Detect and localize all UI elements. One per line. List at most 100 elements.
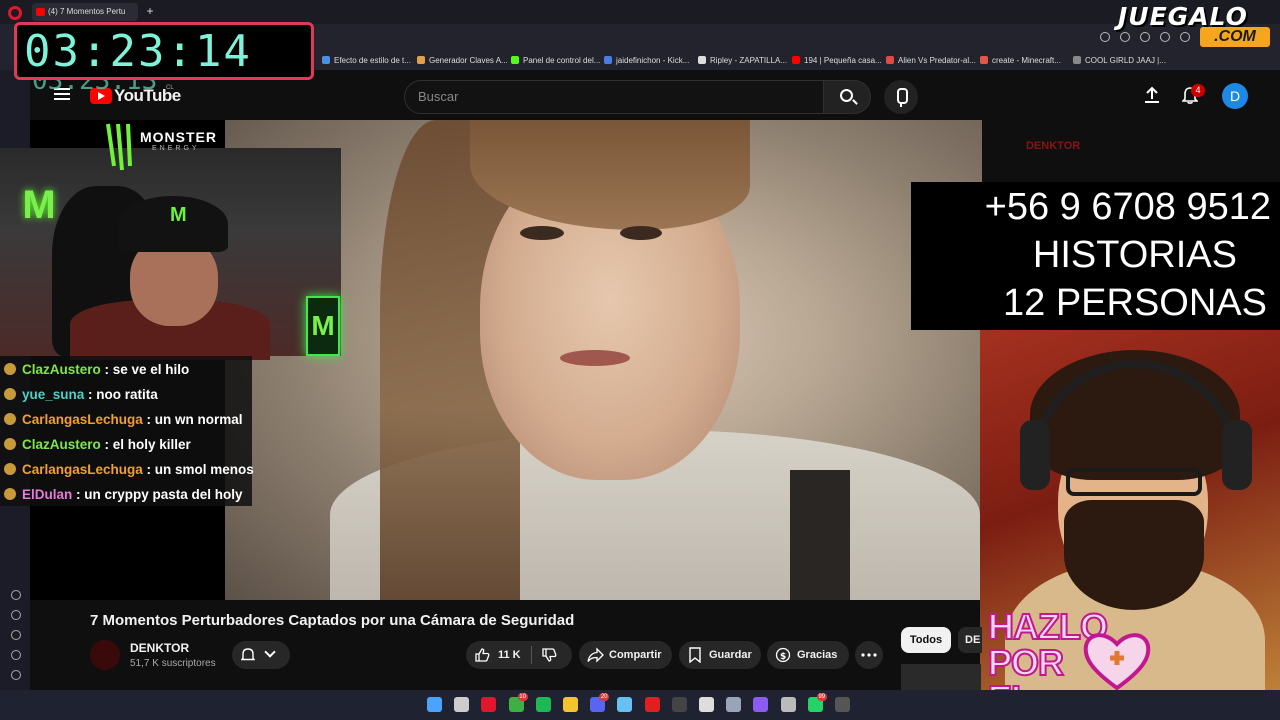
bookmark-item[interactable]: Efecto de estilo de t... [322, 52, 411, 70]
super-thanks-icon: $ [775, 647, 791, 663]
chat-message: ClazAustero : el holy killer [4, 437, 191, 452]
browser-tab[interactable]: (4) 7 Momentos Pertu [32, 3, 138, 21]
chat-message: yue_suna : noo ratita [4, 387, 158, 402]
spotify-icon[interactable] [535, 697, 551, 712]
channel-avatar[interactable] [90, 640, 120, 670]
bell-icon [241, 648, 255, 661]
bookmark-item[interactable]: jaidefinichon - Kick... [604, 52, 689, 70]
windows-start-icon[interactable] [427, 697, 442, 712]
bookmark-icon [689, 647, 701, 663]
chat-message: CarlangasLechuga : un wn normal [4, 412, 243, 427]
opera-icon[interactable] [481, 697, 497, 712]
channel-name[interactable]: DENKTOR [130, 641, 189, 655]
stream-timer-value: 03:23:14 [24, 26, 252, 77]
chat-badge-icon [4, 413, 16, 425]
stream-chat [0, 356, 252, 506]
shield-icon[interactable] [1160, 32, 1170, 42]
filter-chip-de[interactable]: DE [958, 627, 982, 653]
subscriber-count: 51,7 K suscriptores [130, 658, 216, 669]
history-icon[interactable] [11, 610, 21, 620]
thanks-button[interactable]: $ Gracias [767, 641, 849, 669]
kick-favicon-icon [511, 56, 519, 64]
bookmark-item[interactable]: 194 | Pequeña casa... [792, 52, 882, 70]
glasses-icon [1066, 468, 1202, 496]
bookmark-item[interactable]: COOL GIRLD JAAJ |... [1073, 52, 1166, 70]
info-line-historias: HISTORIAS [1032, 234, 1237, 276]
chat-message: ElDulan : un cryppy pasta del holy [4, 487, 243, 502]
like-count: 11 K [498, 649, 521, 661]
app-dark-icon[interactable] [835, 697, 850, 712]
new-tab-button[interactable]: + [143, 4, 157, 18]
video-title: 7 Momentos Perturbadores Captados por un… [90, 612, 575, 629]
search-input[interactable]: Buscar [404, 80, 824, 114]
bookmark-item[interactable]: Ripley - ZAPATILLA... [698, 52, 787, 70]
more-horiz-icon [861, 653, 877, 657]
search-icon[interactable] [1100, 32, 1110, 42]
chat-badge-icon [4, 438, 16, 450]
dislike-button[interactable] [541, 647, 557, 663]
obs-icon[interactable] [671, 697, 687, 712]
app-purple-icon[interactable] [753, 697, 769, 712]
chat-badge-icon [4, 363, 16, 375]
lightbulb-icon[interactable] [11, 650, 21, 660]
chat-badge-icon [4, 463, 16, 475]
juegalo-domain: .COM [1200, 27, 1270, 47]
ripley-favicon-icon [698, 56, 706, 64]
youtube-favicon-icon [36, 8, 45, 16]
channel-watermark: DENKTOR [1026, 140, 1081, 152]
calculator-icon[interactable] [780, 697, 796, 712]
share-button[interactable]: Compartir [579, 641, 672, 669]
bookmark-favicon-icon [886, 56, 894, 64]
more-icon[interactable] [11, 670, 21, 680]
chat-message: CarlangasLechuga : un smol menos [4, 462, 254, 477]
account-avatar[interactable]: D [1222, 83, 1248, 109]
chat-badge-icon [4, 488, 16, 500]
whatsapp-notification-badge: 99 [816, 693, 827, 701]
bookmark-item[interactable]: Panel de control del... [511, 52, 600, 70]
discord-notification-badge: 20 [599, 693, 610, 701]
bookmark-favicon-icon [1073, 56, 1081, 64]
youtube-favicon-icon [792, 56, 800, 64]
bookmark-icon[interactable] [1180, 32, 1190, 42]
steam-icon[interactable] [617, 697, 633, 712]
heart-icon[interactable] [11, 590, 21, 600]
svg-text:$: $ [780, 652, 786, 662]
monster-can-icon: M [306, 296, 340, 356]
more-actions-button[interactable] [855, 641, 883, 669]
bookmark-favicon-icon [322, 56, 330, 64]
bookmark-favicon-icon [980, 56, 988, 64]
filter-chip-all[interactable]: Todos [901, 627, 951, 653]
phone-number: +56 9 6708 9512 [984, 186, 1271, 228]
chat-badge-icon [4, 388, 16, 400]
notification-count-badge: 4 [1191, 84, 1205, 97]
tab-bar [0, 0, 1280, 24]
bookmark-favicon-icon [417, 56, 425, 64]
monster-claw-icon: M [22, 183, 56, 227]
task-view-icon[interactable] [454, 697, 470, 712]
settings-icon[interactable] [726, 697, 742, 712]
file-explorer-icon[interactable] [563, 697, 578, 712]
heart-icon [1083, 633, 1151, 691]
bookmark-favicon-icon [604, 56, 612, 64]
bookmark-item[interactable]: Alien Vs Predator-al... [886, 52, 976, 70]
chrome-icon[interactable] [699, 697, 714, 712]
monster-brand-text: MONSTER [140, 129, 217, 145]
share-icon[interactable] [1120, 32, 1130, 42]
info-line-personas: 12 PERSONAS [1003, 282, 1267, 324]
chat-message: ClazAustero : se ve el hilo [4, 362, 189, 377]
windows-taskbar [0, 690, 1280, 720]
save-button[interactable]: Guardar [679, 641, 761, 669]
thumbs-up-icon [475, 648, 490, 662]
opera-icon[interactable] [8, 6, 22, 20]
search-button[interactable] [823, 80, 871, 114]
voice-search-button[interactable] [884, 80, 918, 114]
country-code: CL [166, 85, 174, 91]
bookmark-item[interactable]: create - Minecraft... [980, 52, 1061, 70]
settings-icon[interactable] [11, 630, 21, 640]
monster-sub-text: ENERGY [152, 145, 200, 152]
monster-claw-icon: M [170, 204, 187, 226]
bookmark-item[interactable]: Generador Claves A... [417, 52, 508, 70]
camera-icon[interactable] [1140, 32, 1150, 42]
upload-icon[interactable] [1144, 86, 1160, 104]
app-red-icon[interactable] [644, 697, 660, 712]
